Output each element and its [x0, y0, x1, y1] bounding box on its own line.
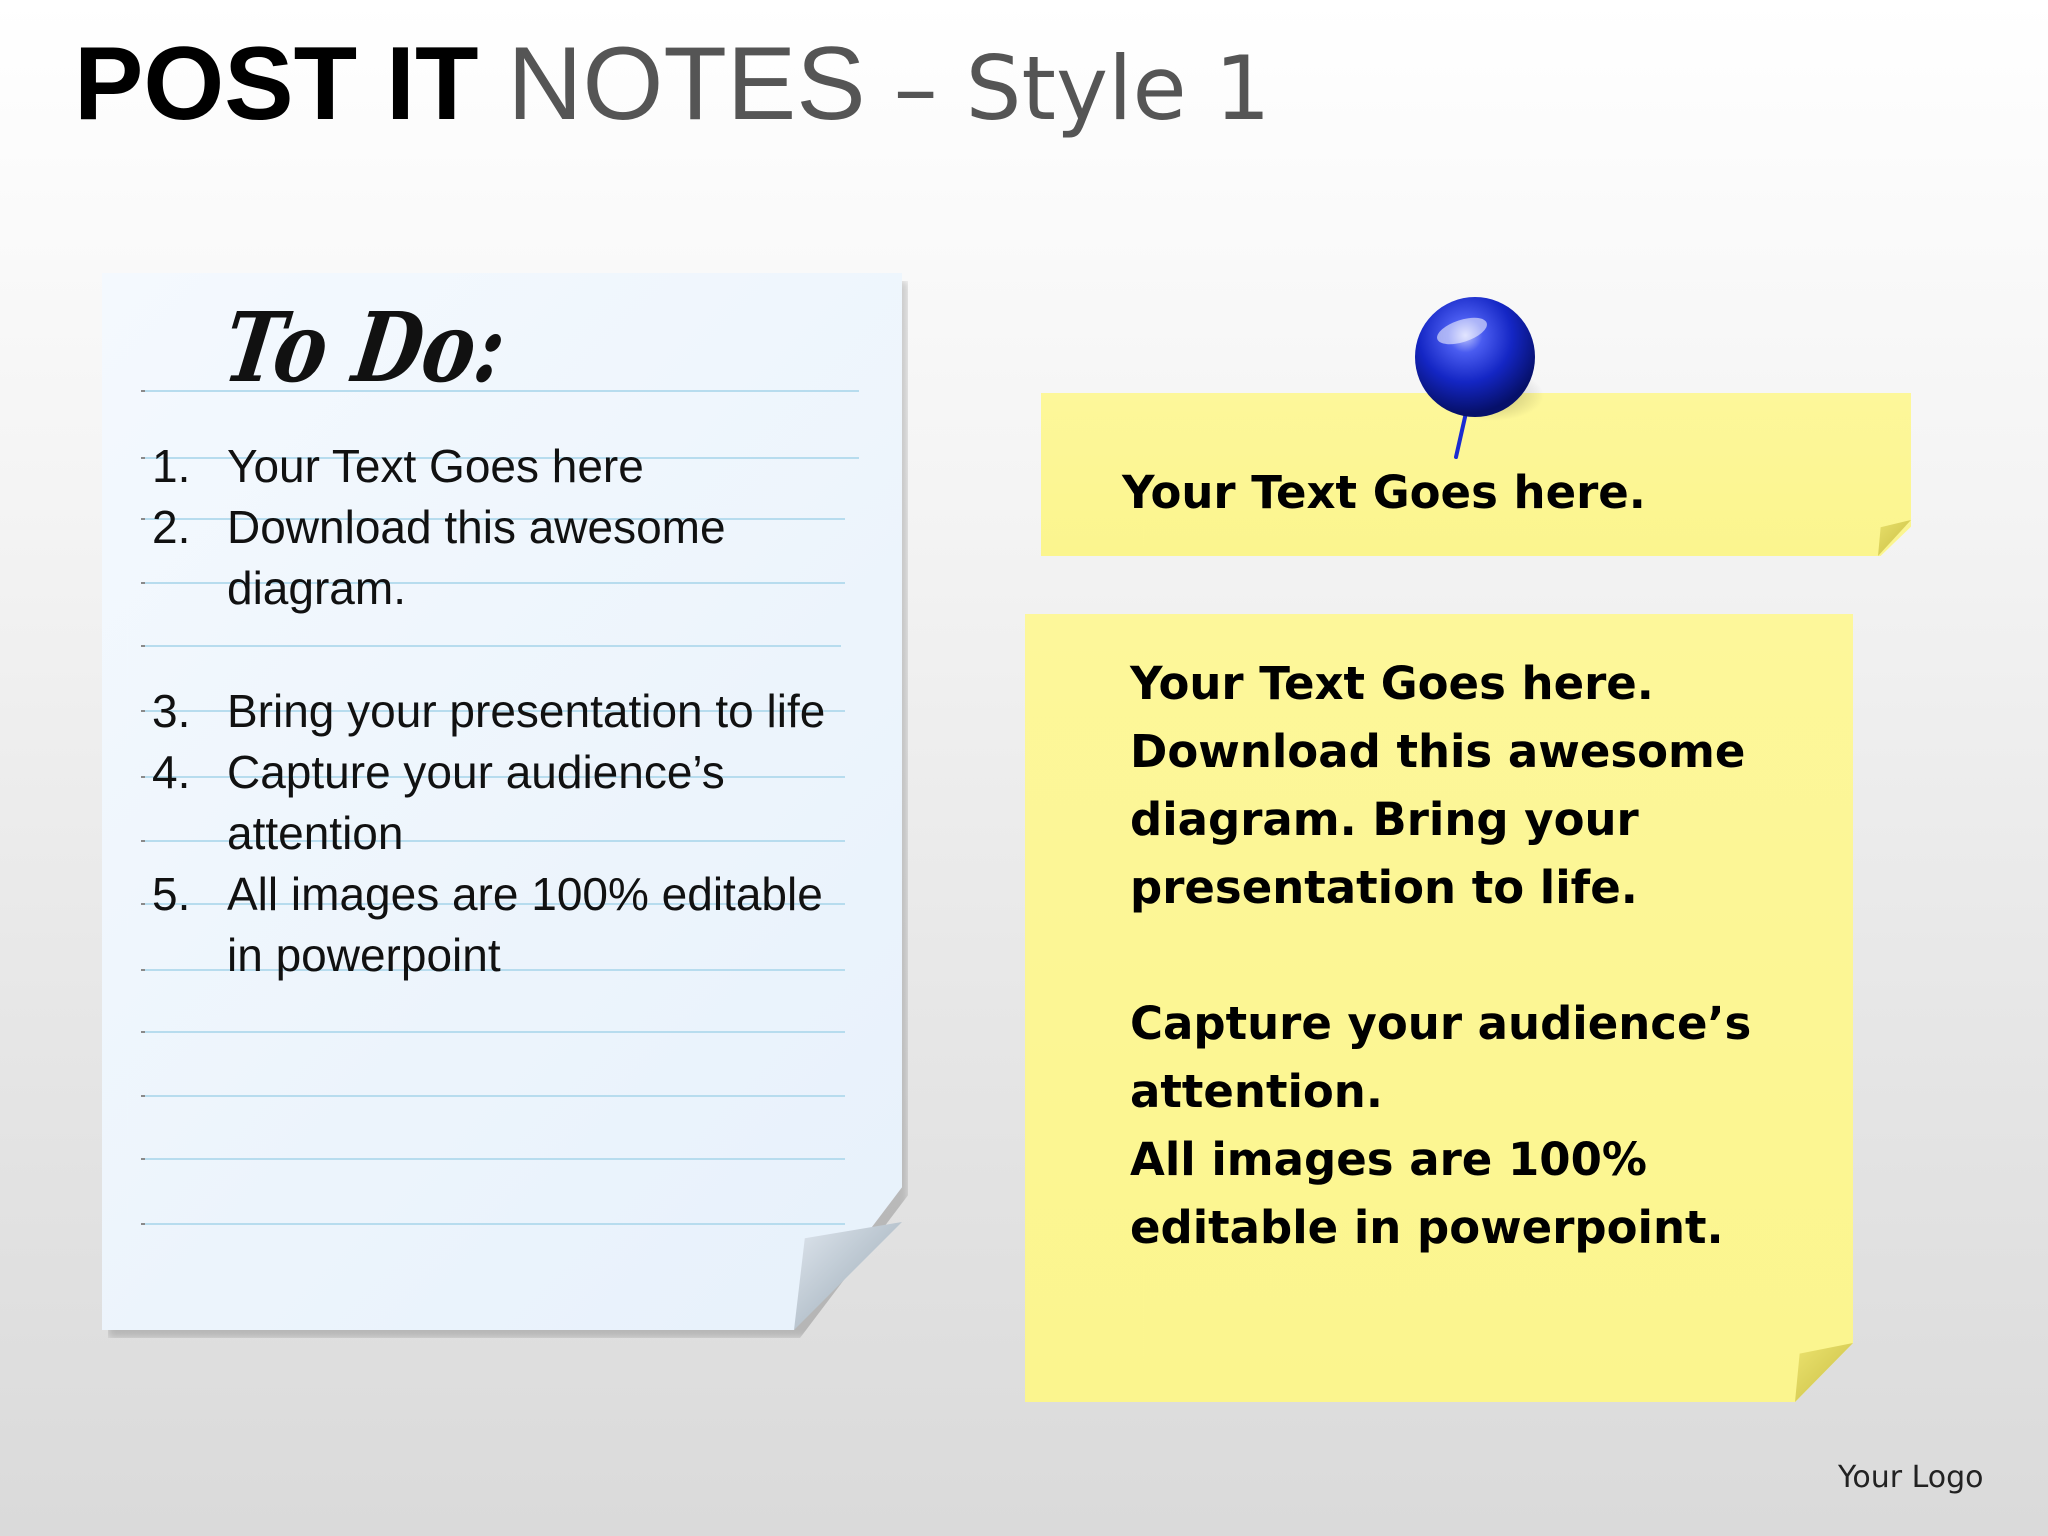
todo-heading: To Do:	[217, 291, 513, 404]
push-pin-icon	[1415, 297, 1544, 459]
title-style-part: – Style 1	[865, 37, 1271, 140]
logo-placeholder: Your Logo	[1838, 1460, 1984, 1495]
title-light-part: NOTES	[478, 26, 866, 142]
todo-item-number: 2.	[152, 501, 191, 553]
todo-list-item: 5. All images are 100% editable in power…	[140, 864, 860, 986]
todo-item-text: Your Text Goes here	[227, 440, 644, 492]
todo-item-number: 4.	[152, 746, 191, 798]
todo-list-item: 4. Capture your audience’s attention	[140, 742, 860, 864]
paper-rule-line	[141, 1031, 845, 1033]
title-bold-part: POST IT	[74, 26, 479, 142]
paper-rule-line	[141, 1158, 845, 1160]
todo-list-item: 2. Download this awesome diagram.	[140, 497, 860, 619]
large-sticky-text: Your Text Goes here. Download this aweso…	[1130, 650, 1820, 1262]
todo-item-number: 3.	[152, 685, 191, 737]
todo-item-text: Bring your presentation to life	[227, 685, 826, 737]
todo-list: 1. Your Text Goes here 2. Download this …	[140, 436, 860, 986]
paper-rule-line	[141, 1223, 845, 1225]
slide-title: POST IT NOTES – Style 1	[74, 22, 1271, 147]
large-sticky-paragraph: All images are 100% editable in powerpoi…	[1130, 1133, 1724, 1254]
todo-item-text: All images are 100% editable in powerpoi…	[227, 868, 823, 981]
todo-item-number: 5.	[152, 868, 191, 920]
paper-rule-line	[141, 1095, 845, 1097]
large-sticky-paragraph: Capture your audience’s attention.	[1130, 997, 1752, 1118]
todo-item-text: Download this awesome diagram.	[227, 501, 726, 614]
large-sticky-paragraph: Your Text Goes here. Download this aweso…	[1130, 657, 1746, 914]
todo-list-item: 3. Bring your presentation to life	[140, 681, 860, 742]
todo-list-item: 1. Your Text Goes here	[140, 436, 860, 497]
todo-item-text: Capture your audience’s attention	[227, 746, 725, 859]
small-sticky-text: Your Text Goes here.	[1122, 466, 1646, 519]
todo-item-number: 1.	[152, 440, 191, 492]
